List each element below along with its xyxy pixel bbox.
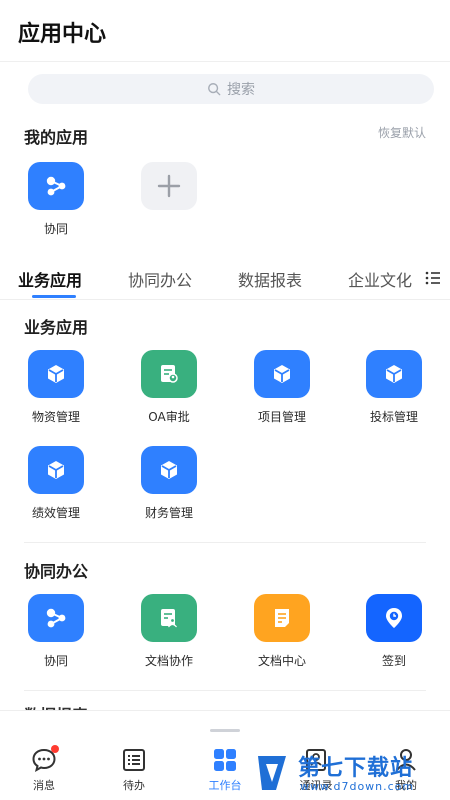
page-title: 应用中心	[18, 22, 107, 47]
nav-icon-wrap	[212, 747, 238, 773]
app-label: 文档中心	[257, 654, 306, 668]
app-label: 投标管理	[369, 410, 418, 424]
todo-list-icon	[123, 749, 145, 771]
app-tile	[141, 350, 197, 398]
section-title-business: 业务应用	[24, 318, 89, 337]
nav-icon-wrap	[121, 747, 147, 773]
app-tile	[366, 350, 422, 398]
app-label: 物资管理	[31, 410, 80, 424]
app-xietong[interactable]: 协同	[11, 594, 101, 669]
app-label: 绩效管理	[31, 506, 80, 520]
cube-icon	[161, 461, 177, 479]
app-finance[interactable]: 财务管理	[124, 446, 214, 521]
app-doc-collab[interactable]: 文档协作	[124, 594, 214, 669]
tab-menu-button[interactable]	[416, 256, 450, 299]
app-check-in[interactable]: 签到	[349, 594, 439, 669]
search-input[interactable]: 搜索	[28, 74, 434, 104]
restore-default-button[interactable]: 恢复默认	[378, 124, 426, 141]
app-label: 协同	[43, 654, 68, 668]
app-tile	[141, 446, 197, 494]
share-nodes-icon	[46, 608, 66, 628]
app-tile	[141, 162, 197, 210]
search-area: 搜索	[0, 62, 450, 112]
doc-collab-icon	[161, 609, 177, 628]
search-icon	[208, 83, 221, 96]
app-tile	[28, 446, 84, 494]
app-tile	[366, 594, 422, 642]
tab-business-apps[interactable]: 业务应用	[18, 267, 82, 291]
tab-data-reports[interactable]: 数据报表	[238, 267, 302, 291]
drag-handle[interactable]	[210, 729, 240, 732]
active-tab-indicator	[32, 295, 76, 298]
watermark-text: 第七下载站	[298, 756, 414, 781]
app-header: 应用中心	[0, 0, 450, 62]
approval-doc-icon	[161, 365, 178, 383]
unread-badge	[51, 745, 59, 753]
section-title-collaboration: 协同办公	[24, 562, 89, 581]
add-app-button[interactable]	[124, 162, 214, 210]
app-xietong[interactable]: 协同	[11, 162, 101, 237]
app-oa-approval[interactable]: OA审批	[124, 350, 214, 425]
document-icon	[275, 609, 289, 627]
site-watermark: 第七下载站 www.d7down.com	[254, 750, 450, 800]
section-divider	[24, 690, 426, 691]
workbench-grid-icon	[214, 749, 236, 771]
menu-icon	[425, 271, 440, 285]
app-tile	[28, 162, 84, 210]
location-clock-icon	[386, 608, 402, 628]
app-label: 签到	[381, 654, 406, 668]
plus-icon	[157, 174, 181, 198]
category-tabs: 业务应用 协同办公 数据报表 企业文化	[0, 256, 450, 300]
nav-label: 消息	[33, 779, 55, 792]
app-tile	[28, 350, 84, 398]
tab-collaboration[interactable]: 协同办公	[128, 267, 192, 291]
nav-label: 待办	[123, 779, 145, 792]
cube-icon	[274, 365, 290, 383]
tab-corporate-culture[interactable]: 企业文化	[348, 267, 412, 291]
my-apps-section: 我的应用 恢复默认 协同	[0, 112, 450, 256]
app-tile	[254, 594, 310, 642]
app-projects[interactable]: 项目管理	[237, 350, 327, 425]
app-doc-center[interactable]: 文档中心	[237, 594, 327, 669]
app-label: 财务管理	[144, 506, 193, 520]
cube-icon	[386, 365, 402, 383]
app-label: 协同	[43, 222, 68, 236]
nav-todo[interactable]: 待办	[102, 747, 166, 793]
app-tile	[254, 350, 310, 398]
section-divider	[24, 542, 426, 543]
app-label: OA审批	[148, 410, 190, 424]
cube-icon	[48, 461, 64, 479]
nav-workbench[interactable]: 工作台	[193, 747, 257, 793]
section-title-data-reports: 数据报表	[24, 702, 88, 710]
watermark-logo-icon	[258, 756, 286, 790]
app-performance[interactable]: 绩效管理	[11, 446, 101, 521]
app-sections: 业务应用 物资管理 OA审批 项目管理 投标管理 绩效管理 财务管理 协同办公 …	[0, 300, 450, 710]
app-tile	[141, 594, 197, 642]
cube-icon	[48, 365, 64, 383]
app-label: 项目管理	[257, 410, 306, 424]
app-tile	[28, 594, 84, 642]
app-bidding[interactable]: 投标管理	[349, 350, 439, 425]
nav-label: 工作台	[208, 779, 242, 792]
my-apps-title: 我的应用	[24, 128, 89, 147]
watermark-url: www.d7down.com	[300, 780, 415, 793]
nav-icon-wrap	[31, 745, 59, 773]
share-nodes-icon	[46, 176, 66, 196]
search-placeholder: 搜索	[227, 82, 255, 98]
app-label: 文档协作	[144, 654, 193, 668]
app-materials[interactable]: 物资管理	[11, 350, 101, 425]
nav-messages[interactable]: 消息	[12, 745, 76, 793]
